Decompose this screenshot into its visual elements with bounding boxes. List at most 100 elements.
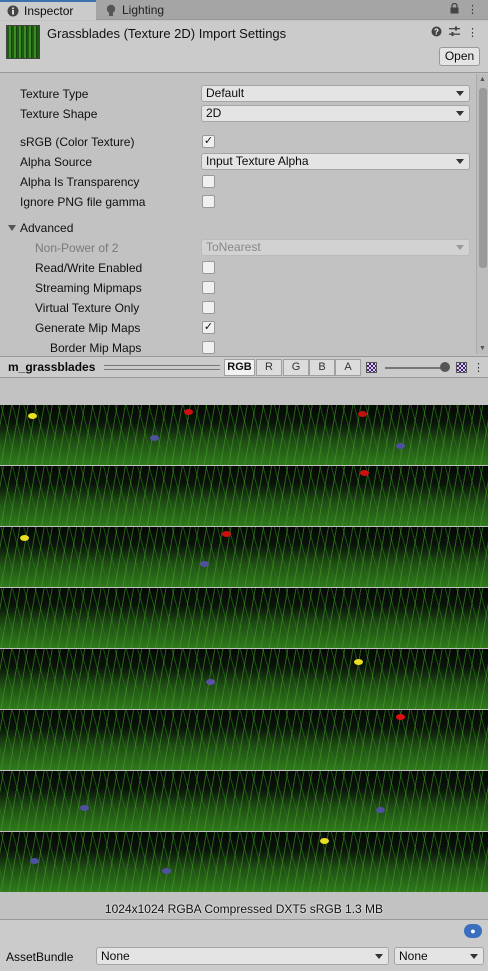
read-write-checkbox[interactable] [202,261,215,274]
channel-b-button[interactable]: B [309,359,335,376]
read-write-label: Read/Write Enabled [35,261,143,275]
kebab-menu-icon[interactable]: ⋮ [473,361,484,374]
flower [20,535,29,541]
svg-text:?: ? [434,28,439,37]
tab-lighting[interactable]: Lighting [98,0,188,20]
grass-strip [0,649,488,709]
preview-toolbar: m_grassblades RGB R G B A ⋮ [0,356,488,378]
asset-bundle-name-value: None [101,949,130,963]
asset-bundle-label: AssetBundle [6,950,74,964]
channel-r-button[interactable]: R [256,359,282,376]
alpha-transparency-checkbox[interactable] [202,175,215,188]
grass-strip [0,405,488,465]
grass-strip [0,832,488,892]
texture-type-row: Texture Type Default [0,84,476,104]
srgb-row: sRGB (Color Texture) ✓ [0,132,476,152]
flower [360,470,369,476]
mip-level-slider-knob[interactable] [440,362,450,372]
flower [396,443,405,449]
flower [396,714,405,720]
virtual-texture-checkbox[interactable] [202,301,215,314]
read-write-row: Read/Write Enabled [0,258,476,278]
advanced-label: Advanced [20,221,74,235]
texture-shape-dropdown[interactable]: 2D [201,105,470,122]
advanced-foldout[interactable]: Advanced [0,218,476,238]
scrollbar-thumb[interactable] [479,88,487,268]
grass-strip [0,588,488,648]
tab-bar: Inspector Lighting ⋮ [0,0,488,20]
ignore-png-gamma-row: Ignore PNG file gamma [0,192,476,212]
alpha-transparency-label: Alpha Is Transparency [20,175,140,189]
flower [28,413,37,419]
lightbulb-icon [104,3,118,17]
border-mipmaps-checkbox[interactable] [202,341,215,354]
non-power-of-2-row: Non-Power of 2 ToNearest [0,238,476,258]
streaming-mipmaps-checkbox[interactable] [202,281,215,294]
flower [376,807,385,813]
chevron-down-icon [456,111,464,116]
channel-g-button[interactable]: G [283,359,309,376]
texture-thumbnail [6,25,40,59]
chevron-down-icon [470,954,478,959]
border-mipmaps-row: Border Mip Maps [0,338,476,358]
channel-a-button[interactable]: A [335,359,361,376]
texture-preview [0,379,488,918]
alpha-source-label: Alpha Source [20,155,93,169]
mip-small-icon [366,362,377,373]
tab-inspector[interactable]: Inspector [0,0,96,20]
generate-mipmaps-label: Generate Mip Maps [35,321,141,335]
generate-mipmaps-checkbox[interactable]: ✓ [202,321,215,334]
foldout-expanded-icon [8,225,16,231]
non-power-of-2-value: ToNearest [206,240,261,254]
preview-resize-handle[interactable] [104,365,220,370]
asset-bundle-variant-value: None [399,949,428,963]
alpha-source-value: Input Texture Alpha [206,154,309,168]
grass-strip [0,527,488,587]
chevron-down-icon [375,954,383,959]
kebab-menu-icon[interactable]: ⋮ [467,26,478,40]
scroll-down-icon[interactable]: ▼ [479,345,486,352]
generate-mipmaps-row: Generate Mip Maps ✓ [0,318,476,338]
flower [80,805,89,811]
alpha-transparency-row: Alpha Is Transparency [0,172,476,192]
streaming-mipmaps-row: Streaming Mipmaps [0,278,476,298]
flower [222,531,231,537]
ignore-png-gamma-checkbox[interactable] [202,195,215,208]
chevron-down-icon [456,159,464,164]
alpha-source-row: Alpha Source Input Texture Alpha [0,152,476,172]
open-button[interactable]: Open [439,47,480,66]
flower [200,561,209,567]
texture-type-dropdown[interactable]: Default [201,85,470,102]
import-settings-panel: Texture Type Default Texture Shape 2D sR… [0,74,476,355]
kebab-menu-icon[interactable]: ⋮ [467,3,478,17]
texture-type-label: Texture Type [20,87,89,101]
asset-title: Grassblades (Texture 2D) Import Settings [47,26,287,41]
ignore-png-gamma-label: Ignore PNG file gamma [20,195,146,209]
alpha-source-dropdown[interactable]: Input Texture Alpha [201,153,470,170]
scroll-up-icon[interactable]: ▲ [479,76,486,83]
preset-sliders-icon[interactable] [449,26,460,40]
asset-bundle-variant-dropdown[interactable]: None [394,947,484,965]
help-icon[interactable]: ? [431,26,442,40]
channel-rgb-button[interactable]: RGB [224,359,255,376]
texture-shape-row: Texture Shape 2D [0,104,476,124]
non-power-of-2-label: Non-Power of 2 [35,241,119,255]
virtual-texture-row: Virtual Texture Only [0,298,476,318]
texture-type-value: Default [206,86,245,100]
srgb-checkbox[interactable]: ✓ [202,135,215,148]
lock-icon[interactable] [450,2,459,17]
flower [30,858,39,864]
streaming-mipmaps-label: Streaming Mipmaps [35,281,142,295]
grass-strip [0,466,488,526]
texture-shape-label: Texture Shape [20,107,98,121]
info-icon [6,4,20,18]
settings-scrollbar[interactable]: ▲ ▼ [476,74,488,354]
flower [162,868,171,874]
asset-bundle-bar: ● AssetBundle None None [0,919,488,971]
mip-large-icon [456,362,467,373]
tag-icon[interactable]: ● [464,924,482,938]
mip-level-slider[interactable] [385,367,445,369]
flower [150,435,159,441]
chevron-down-icon [456,245,464,250]
asset-bundle-name-dropdown[interactable]: None [96,947,389,965]
